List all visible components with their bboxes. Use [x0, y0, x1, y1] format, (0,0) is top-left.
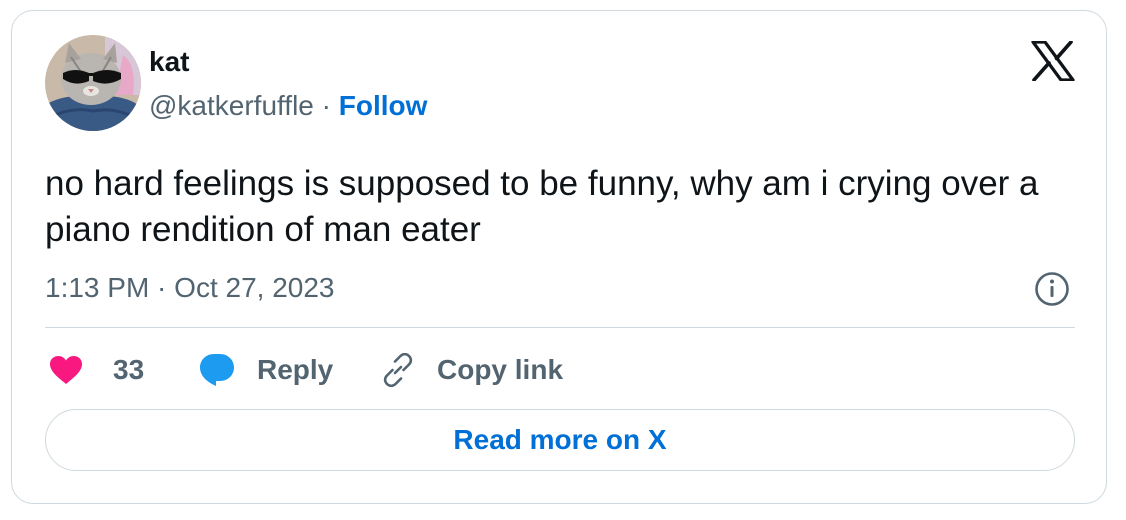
author-meta: @katkerfuffle · Follow	[149, 89, 427, 123]
read-more-label: Read more on X	[453, 424, 667, 455]
reply-label: Reply	[257, 354, 334, 385]
x-logo-icon[interactable]	[1031, 40, 1075, 82]
like-button[interactable]: 33	[49, 350, 144, 390]
reply-button[interactable]: Reply	[199, 350, 333, 390]
copy-link-label: Copy link	[437, 354, 564, 385]
author-handle[interactable]: @katkerfuffle	[149, 90, 314, 121]
separator: ·	[313, 90, 339, 121]
action-bar: 33 Reply Copy link	[45, 350, 1075, 390]
divider	[45, 327, 1075, 328]
link-icon	[383, 353, 413, 387]
info-icon[interactable]	[1034, 271, 1070, 307]
tweet-text: no hard feelings is supposed to be funny…	[45, 164, 1039, 249]
tweet-timestamp[interactable]: 1:13 PM · Oct 27, 2023	[45, 271, 335, 305]
speech-bubble-icon	[200, 354, 234, 386]
avatar-image	[45, 35, 141, 131]
avatar[interactable]	[45, 35, 141, 131]
copy-link-button[interactable]: Copy link	[381, 350, 563, 390]
like-count: 33	[113, 354, 145, 385]
author-name[interactable]: kat	[149, 45, 189, 79]
follow-link[interactable]: Follow	[339, 90, 428, 121]
tweet-card: kat @katkerfuffle · Follow no hard feeli…	[11, 10, 1107, 504]
read-more-button[interactable]: Read more on X	[45, 409, 1075, 471]
heart-icon	[50, 356, 82, 384]
